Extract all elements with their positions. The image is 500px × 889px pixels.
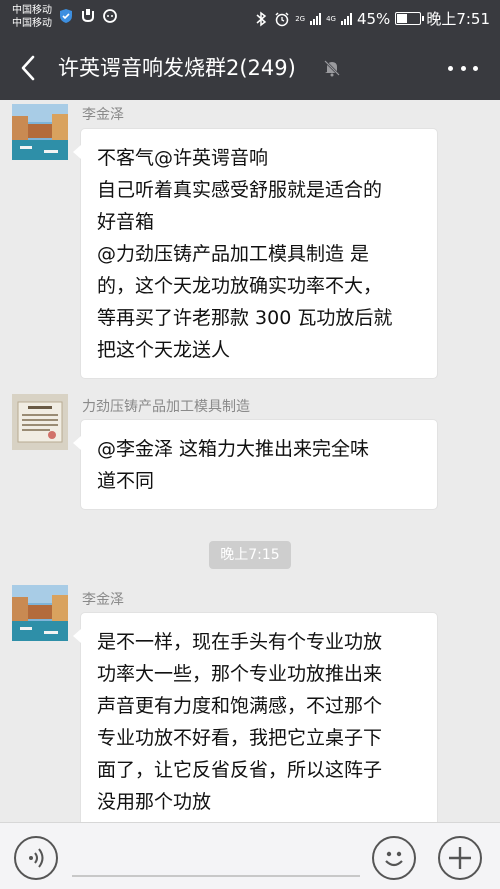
plus-icon bbox=[449, 847, 471, 869]
plus-button[interactable] bbox=[438, 836, 482, 880]
shield-icon bbox=[60, 9, 72, 23]
more-dots-icon bbox=[448, 65, 453, 71]
mute-bell-icon bbox=[322, 58, 342, 78]
message-line: 把这个天龙送人 bbox=[97, 339, 231, 361]
chat-notification-icon bbox=[103, 9, 117, 23]
message-sender: 李金泽 bbox=[82, 592, 124, 608]
message-line: @李金泽 这箱力大推出来完全味 bbox=[97, 438, 370, 460]
message-line: 面了，让它反省反省，所以这阵子 bbox=[97, 759, 383, 781]
carrier-names: 中国移动 中国移动 bbox=[12, 4, 52, 30]
network-2g: 2G bbox=[295, 15, 305, 23]
more-dot bbox=[473, 65, 478, 71]
message-sender: 力劲压铸产品加工模具制造 bbox=[82, 399, 250, 415]
message-input[interactable] bbox=[72, 875, 360, 877]
status-time: 晚上7:51 bbox=[426, 10, 490, 28]
back-button[interactable] bbox=[14, 52, 44, 84]
avatar[interactable] bbox=[12, 585, 68, 641]
battery-icon bbox=[395, 12, 425, 25]
signal-bars-1-icon bbox=[310, 12, 322, 25]
emoji-button[interactable] bbox=[372, 836, 416, 880]
back-arrow-icon bbox=[21, 55, 35, 81]
carrier-1: 中国移动 bbox=[12, 5, 52, 16]
status-bar: 中国移动 中国移动 2G 4G 45% 晚上7:51 bbox=[0, 0, 500, 36]
emoji-icon bbox=[385, 851, 403, 867]
message-line: 好音箱 bbox=[97, 211, 155, 233]
message-line: @力劲压铸产品加工模具制造 是 bbox=[97, 243, 370, 265]
more-options-button[interactable] bbox=[448, 58, 478, 78]
message-line: 没用那个功放 bbox=[97, 791, 212, 813]
avatar-venice-image bbox=[12, 585, 68, 641]
nav-bar: 许英谔音响发烧群2(249) bbox=[0, 36, 500, 100]
app-notification-icon bbox=[82, 9, 94, 23]
notification-icons bbox=[58, 8, 118, 24]
battery-percent: 45% bbox=[356, 9, 391, 28]
avatar-venice-image bbox=[12, 104, 68, 160]
chat-title: 许英谔音响发烧群2(249) bbox=[58, 56, 296, 80]
message-line: 自己听着真实感受舒服就是适合的 bbox=[97, 179, 383, 201]
message-line: 不客气@许英谔音响 bbox=[97, 147, 269, 169]
voice-button[interactable] bbox=[14, 836, 58, 880]
input-bar bbox=[0, 822, 500, 889]
message-sender: 李金泽 bbox=[82, 107, 124, 123]
net-4g-label: 4G bbox=[326, 14, 336, 23]
bluetooth-icon bbox=[256, 11, 267, 26]
message-line: 声音更有力度和饱满感，不过那个 bbox=[97, 695, 383, 717]
message-line: 的，这个天龙功放确实功率不大， bbox=[97, 275, 383, 297]
battery-fill bbox=[397, 14, 407, 23]
message-line: 等再买了许老那款 300 瓦功放后就 bbox=[97, 307, 393, 329]
alarm-icon bbox=[275, 11, 289, 26]
more-dot bbox=[460, 65, 466, 71]
message-line: 是不一样，现在手头有个专业功放 bbox=[97, 631, 383, 653]
avatar[interactable] bbox=[12, 394, 68, 450]
message-bubble[interactable]: 不客气@许英谔音响 自己听着真实感受舒服就是适合的 好音箱 @力劲压铸产品加工模… bbox=[73, 128, 438, 379]
message-line: 道不同 bbox=[97, 470, 155, 492]
carrier-2: 中国移动 bbox=[12, 18, 52, 29]
status-indicators: 2G 4G 45% 晚上7:51 bbox=[253, 8, 490, 29]
net-2g-label: 2G bbox=[295, 14, 306, 23]
message-line: 专业功放不好看，我把它立桌子下 bbox=[97, 727, 383, 749]
message-bubble[interactable]: @李金泽 这箱力大推出来完全味 道不同 bbox=[73, 419, 438, 510]
signal-bars-2-icon bbox=[340, 12, 352, 25]
avatar-certificate-image bbox=[12, 394, 68, 450]
message-line: 功率大一些，那个专业功放推出来 bbox=[97, 663, 383, 685]
voice-icon bbox=[29, 848, 44, 868]
message-bubble[interactable]: 是不一样，现在手头有个专业功放 功率大一些，那个专业功放推出来 声音更有力度和饱… bbox=[73, 612, 438, 831]
time-divider: 晚上7:15 bbox=[209, 541, 291, 569]
avatar[interactable] bbox=[12, 104, 68, 160]
